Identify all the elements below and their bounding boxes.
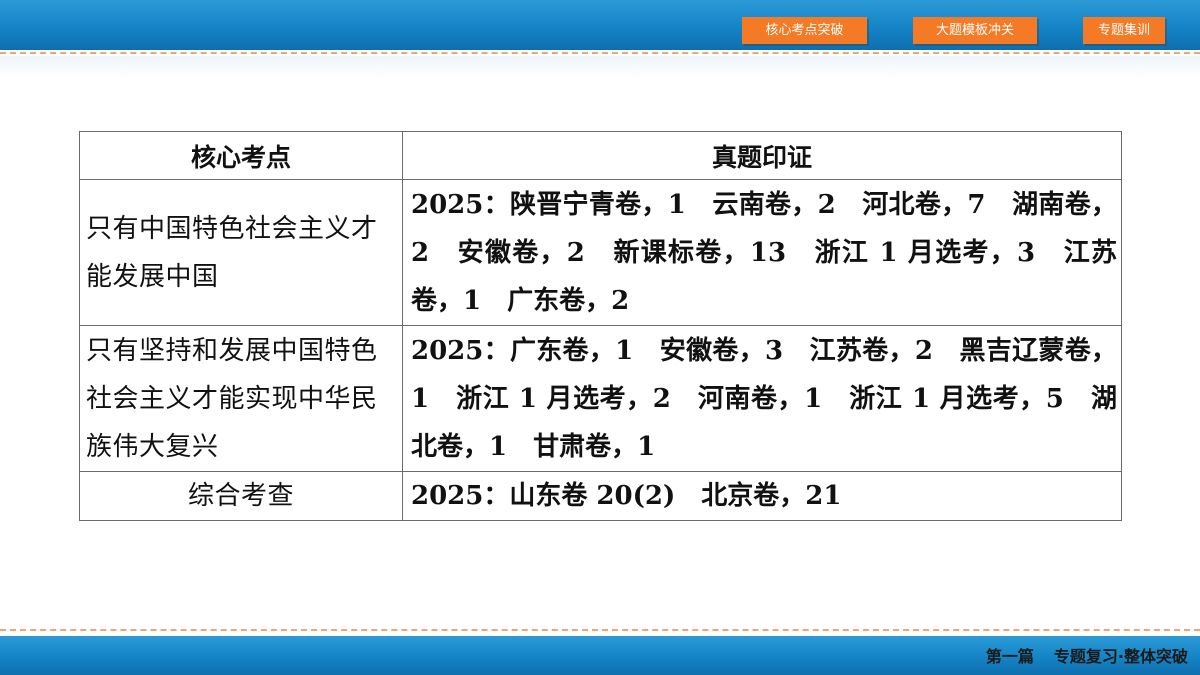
exam-topics-table: 核心考点 真题印证 只有中国特色社会主义才能发展中国 2025：陕晋宁青卷，1 … <box>79 131 1122 521</box>
footer-part-label: 第一篇 <box>985 647 1034 666</box>
header-core-points: 核心考点 <box>79 131 403 180</box>
footer-title: 第一篇 专题复习·整体突破 <box>986 644 1188 670</box>
nav-big-question-template-button[interactable]: 大题模板冲关 <box>913 17 1037 44</box>
nav-core-points-button[interactable]: 核心考点突破 <box>742 17 867 44</box>
table-header-row: 核心考点 真题印证 <box>79 131 1122 180</box>
footer-section-label: 专题复习·整体突破 <box>1053 647 1188 666</box>
evidence-cell: 2025：山东卷 20(2) 北京卷，21 <box>402 471 1122 521</box>
topic-cell: 只有坚持和发展中国特色社会主义才能实现中华民族伟大复兴 <box>79 325 403 472</box>
evidence-cell: 2025：陕晋宁青卷，1 云南卷，2 河北卷，7 湖南卷，2 安徽卷，2 新课标… <box>402 179 1122 326</box>
topic-cell: 只有中国特色社会主义才能发展中国 <box>79 179 403 326</box>
table-row: 只有坚持和发展中国特色社会主义才能实现中华民族伟大复兴 2025：广东卷，1 安… <box>79 325 1122 472</box>
table-row: 综合考查 2025：山东卷 20(2) 北京卷，21 <box>79 471 1122 521</box>
nav-topic-training-button[interactable]: 专题集训 <box>1083 17 1165 44</box>
top-dashed-divider <box>0 52 1200 54</box>
top-fade-band <box>0 56 1200 78</box>
bottom-dashed-divider <box>0 629 1200 631</box>
topic-cell: 综合考查 <box>79 471 403 521</box>
header-exam-evidence: 真题印证 <box>402 131 1122 180</box>
evidence-cell: 2025：广东卷，1 安徽卷，3 江苏卷，2 黑吉辽蒙卷，1 浙江 1 月选考，… <box>402 325 1122 472</box>
table-row: 只有中国特色社会主义才能发展中国 2025：陕晋宁青卷，1 云南卷，2 河北卷，… <box>79 179 1122 326</box>
